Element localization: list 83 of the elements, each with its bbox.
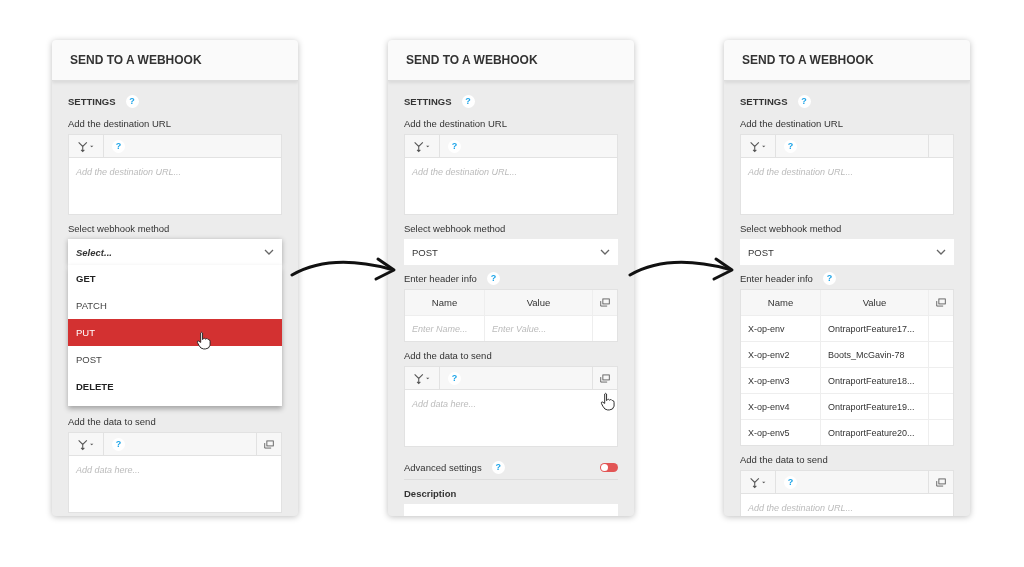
editor-field[interactable]: ? Add the destination URL... xyxy=(404,134,618,215)
value-input[interactable]: Enter Value... xyxy=(485,316,593,341)
field-label: Add the destination URL xyxy=(404,118,507,129)
field-label: Enter header info xyxy=(404,273,477,284)
placeholder-text: Add the destination URL... xyxy=(748,503,854,513)
method-option[interactable]: GET xyxy=(68,265,282,292)
table-cell: OntraportFeature17... xyxy=(821,316,929,341)
settings-heading: SETTINGS xyxy=(68,96,116,107)
table-cell: Boots_McGavin-78 xyxy=(821,342,929,367)
expand-icon[interactable] xyxy=(936,297,946,308)
field-label: Enter header info xyxy=(740,273,813,284)
merge-field-icon[interactable] xyxy=(413,371,431,385)
help-icon[interactable]: ? xyxy=(486,272,500,285)
field-label: Description xyxy=(404,488,457,499)
table-cell: X-op-env3 xyxy=(741,368,821,393)
column-header: Name xyxy=(405,290,485,315)
help-icon[interactable]: ? xyxy=(461,95,475,108)
table-cell: X-op-env xyxy=(741,316,821,341)
hand-cursor-icon xyxy=(196,331,211,350)
merge-field-icon[interactable] xyxy=(749,475,767,489)
method-option[interactable]: POST xyxy=(68,346,282,373)
method-dropdown[interactable]: Select... xyxy=(68,239,282,265)
help-icon[interactable]: ? xyxy=(448,371,461,385)
hand-cursor-icon xyxy=(600,392,615,411)
merge-field-icon[interactable] xyxy=(749,139,767,153)
name-input[interactable]: Enter Name... xyxy=(405,316,485,341)
placeholder-text: Add data here... xyxy=(412,399,477,409)
chevron-down-icon xyxy=(600,249,610,255)
field-label: Add the destination URL xyxy=(740,118,843,129)
toggle-label: Advanced settings xyxy=(404,461,482,473)
table-cell: X-op-env4 xyxy=(741,394,821,419)
table-cell: OntraportFeature19... xyxy=(821,394,929,419)
placeholder-text: Add the destination URL... xyxy=(412,167,518,177)
chevron-down-icon xyxy=(264,249,274,255)
field-label: Add the destination URL xyxy=(68,118,171,129)
table-cell: X-op-env2 xyxy=(741,342,821,367)
table-cell: OntraportFeature20... xyxy=(821,420,929,445)
field-label: Add the data to send xyxy=(68,416,156,427)
column-header: Value xyxy=(485,290,593,315)
expand-icon[interactable] xyxy=(600,297,610,308)
column-header: Name xyxy=(741,290,821,315)
help-icon[interactable]: ? xyxy=(784,139,797,153)
table-cell: X-op-env5 xyxy=(741,420,821,445)
help-icon[interactable]: ? xyxy=(125,95,139,108)
editor-field[interactable]: ? Add data here... xyxy=(404,366,618,447)
method-dropdown[interactable]: POST xyxy=(404,239,618,265)
placeholder-text: Add the destination URL... xyxy=(76,167,182,177)
merge-field-icon[interactable] xyxy=(413,139,431,153)
column-header: Value xyxy=(821,290,929,315)
help-icon[interactable]: ? xyxy=(491,460,505,474)
method-option[interactable]: PATCH xyxy=(68,292,282,319)
panel-title: SEND TO A WEBHOOK xyxy=(406,53,538,67)
editor-field[interactable]: ? Add the destination URL... xyxy=(740,470,954,516)
field-label: Add the data to send xyxy=(740,454,828,465)
expand-icon[interactable] xyxy=(936,476,946,488)
settings-heading: SETTINGS xyxy=(404,96,452,107)
help-icon[interactable]: ? xyxy=(448,139,461,153)
expand-icon[interactable] xyxy=(264,438,274,450)
placeholder-text: Add the destination URL... xyxy=(748,167,854,177)
help-icon[interactable]: ? xyxy=(822,272,836,285)
field-label: Select webhook method xyxy=(404,223,506,234)
table-cell: OntraportFeature18... xyxy=(821,368,929,393)
toggle-switch[interactable] xyxy=(600,462,618,472)
editor-field[interactable]: ? Add the destination URL... xyxy=(68,134,282,215)
panel-title: SEND TO A WEBHOOK xyxy=(70,53,202,67)
expand-icon[interactable] xyxy=(600,372,610,384)
merge-field-icon[interactable] xyxy=(77,437,95,451)
editor-field[interactable]: ? Add the destination URL... xyxy=(740,134,954,215)
merge-field-icon[interactable] xyxy=(77,139,95,153)
help-icon[interactable]: ? xyxy=(797,95,811,108)
settings-heading: SETTINGS xyxy=(740,96,788,107)
method-dropdown[interactable]: POST xyxy=(740,239,954,265)
help-icon[interactable]: ? xyxy=(112,139,125,153)
field-label: Select webhook method xyxy=(740,223,842,234)
field-label: Select webhook method xyxy=(68,223,170,234)
panel-title: SEND TO A WEBHOOK xyxy=(742,53,874,67)
editor-field[interactable]: ? Add data here... xyxy=(68,432,282,513)
placeholder-text: Add data here... xyxy=(76,465,141,475)
chevron-down-icon xyxy=(936,249,946,255)
field-label: Add the data to send xyxy=(404,350,492,361)
help-icon[interactable]: ? xyxy=(112,437,125,451)
method-option[interactable]: DELETE xyxy=(68,373,282,400)
help-icon[interactable]: ? xyxy=(784,475,797,489)
